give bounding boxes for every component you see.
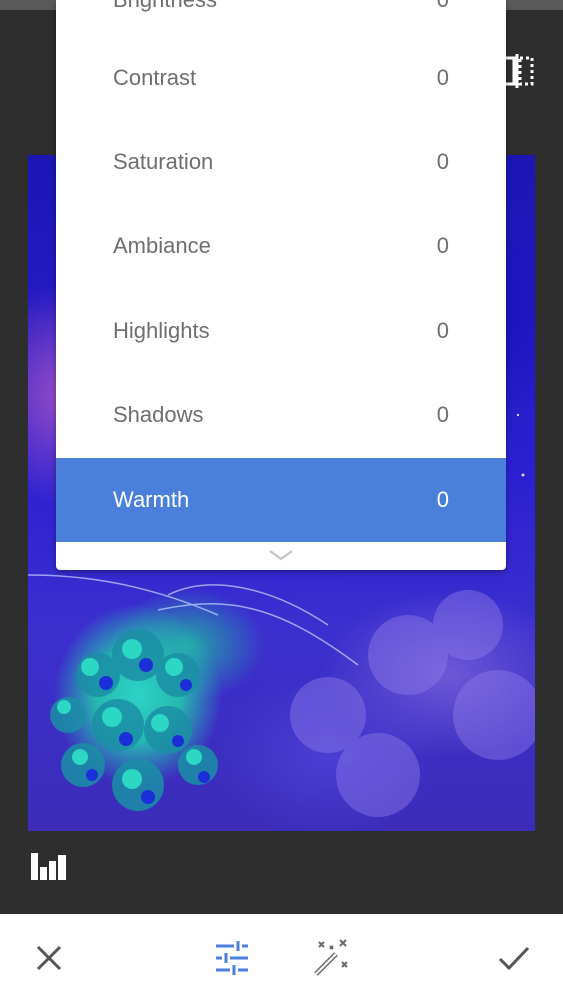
menu-item-label: Ambiance: [113, 233, 211, 258]
menu-item-warmth[interactable]: Warmth 0: [56, 458, 506, 542]
menu-item-ambiance[interactable]: Ambiance 0: [56, 204, 506, 288]
histogram-icon[interactable]: [30, 851, 68, 881]
check-icon[interactable]: [494, 938, 534, 978]
magic-wand-icon[interactable]: [310, 938, 350, 978]
menu-item-value: 0: [437, 0, 449, 13]
menu-item-value: 0: [436, 487, 449, 512]
bottom-toolbar: [0, 914, 563, 1000]
menu-item-saturation[interactable]: Saturation 0: [56, 120, 506, 204]
menu-item-contrast[interactable]: Contrast 0: [56, 36, 506, 120]
menu-item-label: Warmth: [113, 487, 190, 512]
menu-item-value: 0: [436, 402, 449, 427]
menu-item-label: Contrast: [113, 65, 197, 90]
menu-item-label: Highlights: [113, 318, 210, 343]
menu-item-label: Shadows: [113, 402, 204, 427]
menu-item-value: 0: [436, 149, 449, 174]
close-icon[interactable]: [29, 938, 69, 978]
menu-item-value: 0: [436, 233, 449, 258]
menu-item-value: 0: [436, 65, 449, 90]
menu-item-label: Brightness: [113, 0, 217, 13]
menu-item-shadows[interactable]: Shadows 0: [56, 373, 506, 457]
adjust-menu: Brightness 0 Contrast 0 Saturation 0 Amb…: [56, 0, 506, 570]
menu-item-value: 0: [436, 318, 449, 343]
chevron-down-icon[interactable]: [268, 548, 294, 562]
tune-sliders-icon[interactable]: [212, 938, 252, 978]
menu-item-highlights[interactable]: Highlights 0: [56, 289, 506, 373]
menu-item-label: Saturation: [113, 149, 214, 174]
